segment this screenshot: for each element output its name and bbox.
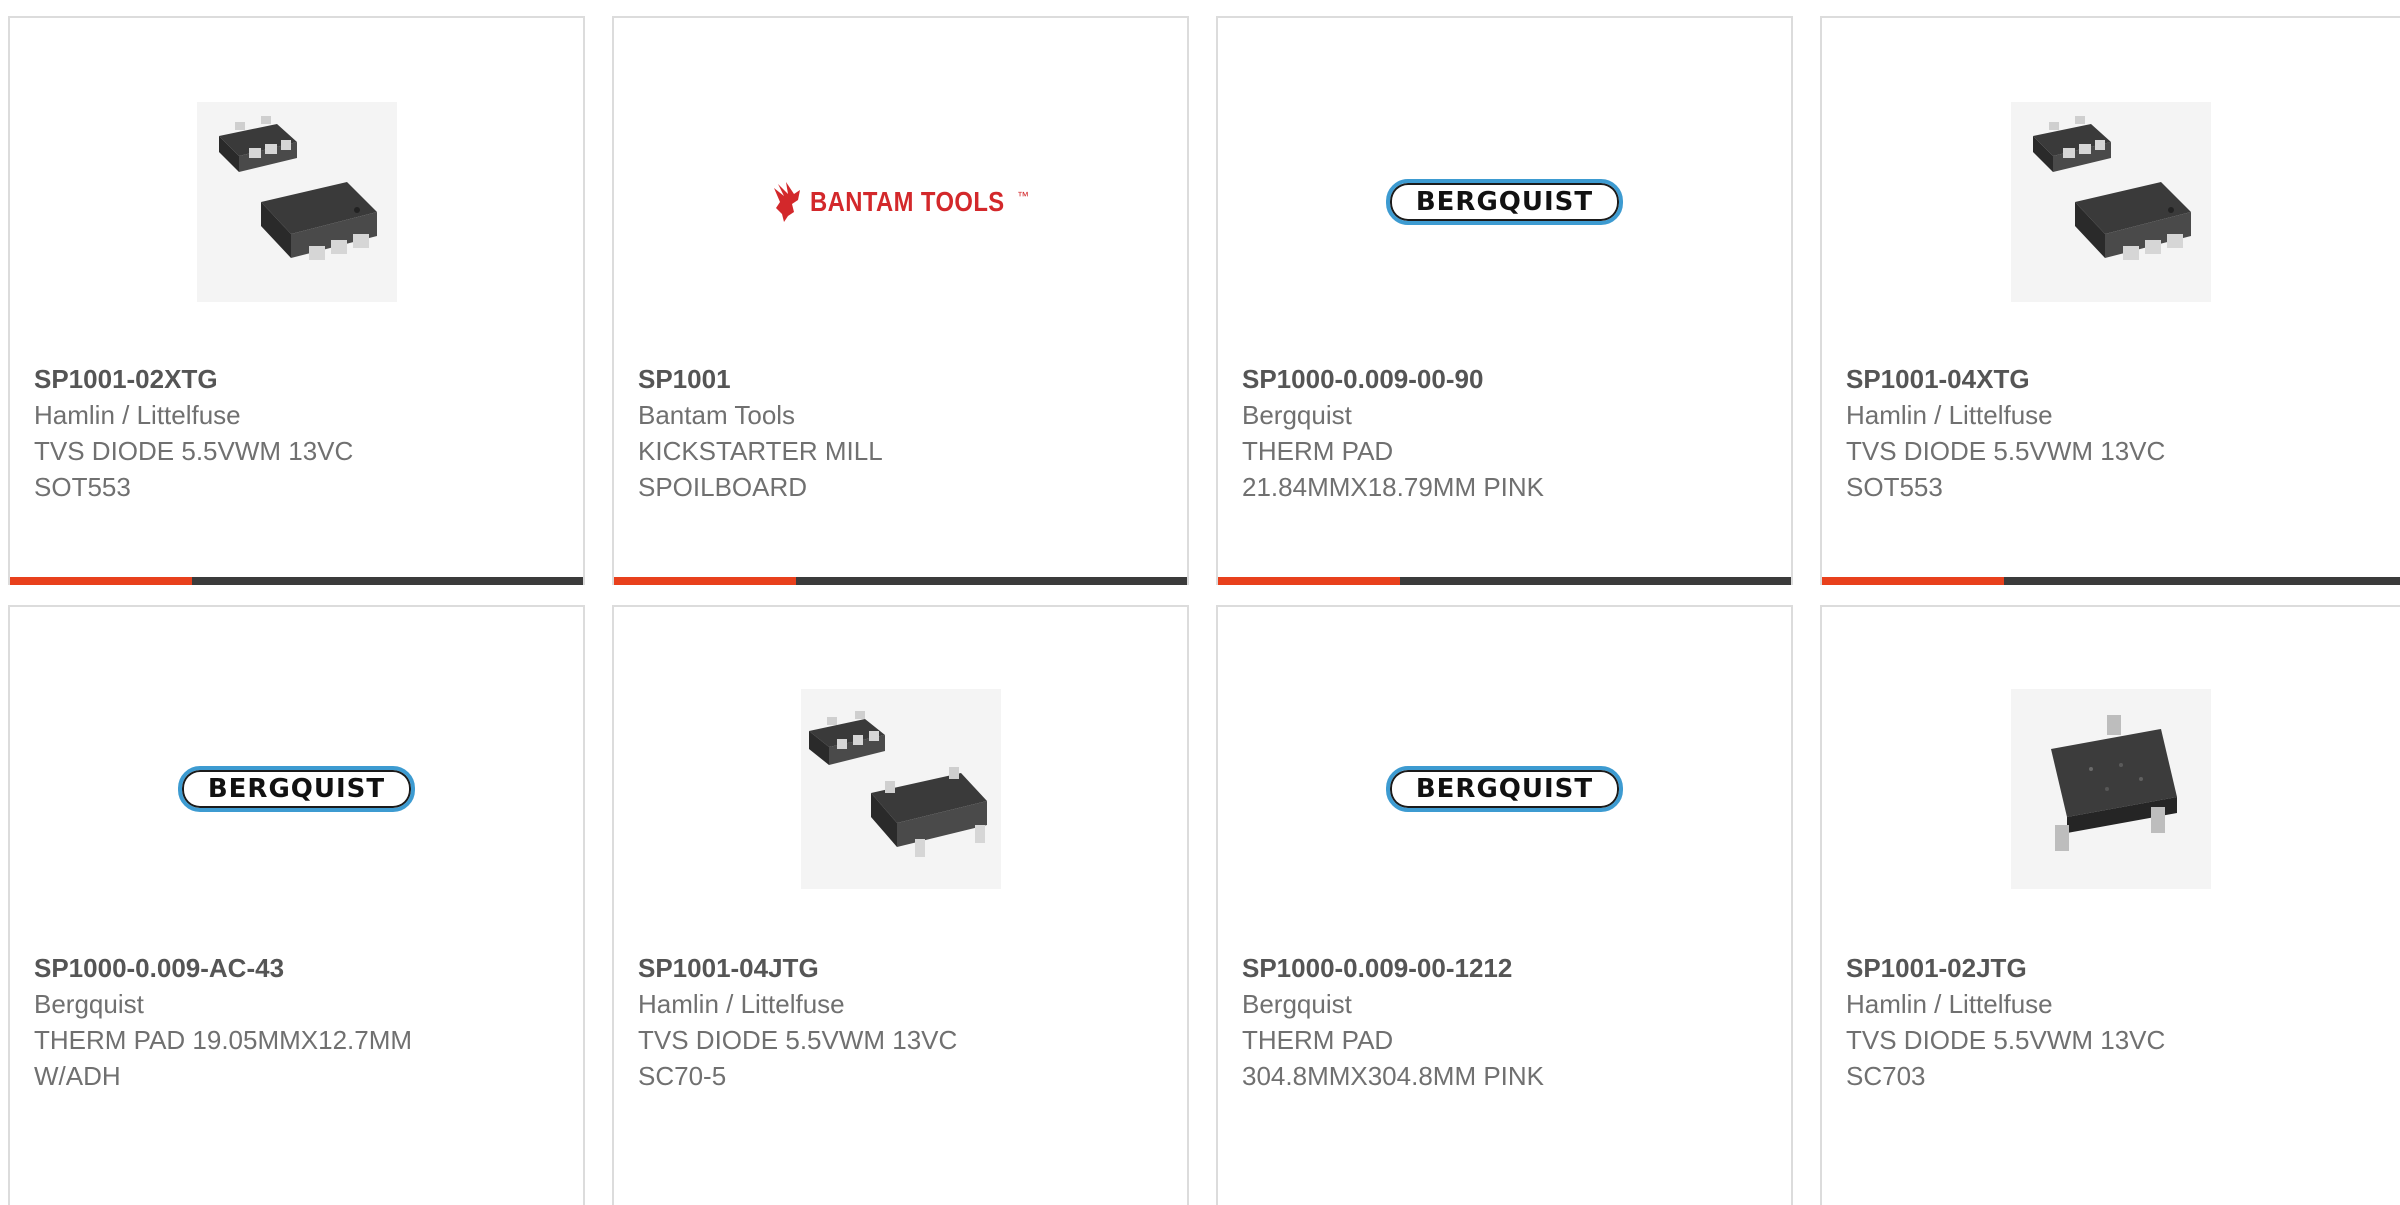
- manufacturer: Hamlin / Littelfuse: [34, 400, 241, 430]
- product-card[interactable]: SP1001-04JTG Hamlin / Littelfuse TVS DIO…: [612, 605, 1189, 1205]
- sot553-package-icon: [2011, 102, 2211, 302]
- part-number-link[interactable]: SP1000-0.009-00-90: [1242, 361, 1771, 397]
- product-card[interactable]: SP1001-02XTG Hamlin / Littelfuse TVS DIO…: [8, 16, 585, 585]
- bergquist-logo-text: BERGQUIST: [1415, 774, 1594, 804]
- description-line-1: TVS DIODE 5.5VWM 13VC: [34, 436, 354, 466]
- part-number-link[interactable]: SP1001-04JTG: [638, 950, 1167, 986]
- part-number-link[interactable]: SP1001: [638, 361, 1167, 397]
- card-accent-bar: [614, 577, 796, 585]
- product-image[interactable]: BERGQUIST: [1218, 80, 1791, 324]
- description-line-2: W/ADH: [34, 1061, 121, 1091]
- bergquist-logo: BERGQUIST: [177, 766, 416, 812]
- description-line-1: TVS DIODE 5.5VWM 13VC: [1846, 436, 2166, 466]
- card-accent-bar: [10, 577, 192, 585]
- part-number-link[interactable]: SP1000-0.009-00-1212: [1242, 950, 1771, 986]
- description-line-2: SOT553: [1846, 472, 1943, 502]
- sc70-3-package-icon: [2011, 689, 2211, 889]
- card-bottom-bar: [614, 577, 1187, 585]
- bergquist-logo-text: BERGQUIST: [1415, 187, 1594, 217]
- manufacturer: Bergquist: [1242, 989, 1352, 1019]
- bantam-logo-text: BANTAM TOOLS: [810, 186, 1005, 217]
- manufacturer: Bergquist: [34, 989, 144, 1019]
- description-line-2: SC70-5: [638, 1061, 727, 1091]
- description-line-1: THERM PAD 19.05MMX12.7MM: [34, 1025, 413, 1055]
- card-bottom-bar: [1218, 577, 1791, 585]
- product-card[interactable]: BANTAM TOOLS ™ SP1001 Bantam Tools KICKS…: [612, 16, 1189, 585]
- bantam-tools-logo: BANTAM TOOLS ™: [772, 182, 1029, 222]
- description-line-1: TVS DIODE 5.5VWM 13VC: [638, 1025, 958, 1055]
- bergquist-logo: BERGQUIST: [1385, 766, 1624, 812]
- description-line-1: THERM PAD: [1242, 436, 1394, 466]
- product-image[interactable]: BANTAM TOOLS ™: [614, 80, 1187, 324]
- bergquist-logo-text: BERGQUIST: [207, 774, 386, 804]
- product-card[interactable]: SP1001-02JTG Hamlin / Littelfuse TVS DIO…: [1820, 605, 2400, 1205]
- description-line-1: TVS DIODE 5.5VWM 13VC: [1846, 1025, 2166, 1055]
- bergquist-logo: BERGQUIST: [1385, 179, 1624, 225]
- manufacturer: Bergquist: [1242, 400, 1352, 430]
- card-accent-bar: [1218, 577, 1400, 585]
- trademark-mark: ™: [1016, 189, 1029, 203]
- description-line-2: SOT553: [34, 472, 131, 502]
- description-line-1: KICKSTARTER MILL: [638, 436, 883, 466]
- part-number-link[interactable]: SP1001-04XTG: [1846, 361, 2380, 397]
- description-line-2: 21.84MMX18.79MM PINK: [1242, 472, 1545, 502]
- product-card[interactable]: BERGQUIST SP1000-0.009-00-1212 Bergquist…: [1216, 605, 1793, 1205]
- product-image[interactable]: [1822, 667, 2400, 911]
- product-image[interactable]: [1822, 80, 2400, 324]
- sc70-package-icon: [800, 689, 1001, 889]
- part-number-link[interactable]: SP1000-0.009-AC-43: [34, 950, 563, 986]
- manufacturer: Hamlin / Littelfuse: [1846, 989, 2053, 1019]
- description-line-1: THERM PAD: [1242, 1025, 1394, 1055]
- part-number-link[interactable]: SP1001-02JTG: [1846, 950, 2380, 986]
- product-card[interactable]: BERGQUIST SP1000-0.009-AC-43 Bergquist T…: [8, 605, 585, 1205]
- description-line-2: 304.8MMX304.8MM PINK: [1242, 1061, 1545, 1091]
- product-image[interactable]: BERGQUIST: [10, 667, 583, 911]
- bantam-rooster-icon: [774, 182, 801, 222]
- manufacturer: Hamlin / Littelfuse: [1846, 400, 2053, 430]
- product-card[interactable]: SP1001-04XTG Hamlin / Littelfuse TVS DIO…: [1820, 16, 2400, 585]
- product-image[interactable]: BERGQUIST: [1218, 667, 1791, 911]
- product-card[interactable]: BERGQUIST SP1000-0.009-00-90 Bergquist T…: [1216, 16, 1793, 585]
- description-line-2: SC703: [1846, 1061, 1926, 1091]
- sot553-package-icon: [196, 102, 397, 302]
- manufacturer: Bantam Tools: [638, 400, 796, 430]
- description-line-2: SPOILBOARD: [638, 472, 808, 502]
- card-accent-bar: [1822, 577, 2004, 585]
- product-image[interactable]: [614, 667, 1187, 911]
- manufacturer: Hamlin / Littelfuse: [638, 989, 845, 1019]
- card-bottom-bar: [1822, 577, 2400, 585]
- part-number-link[interactable]: SP1001-02XTG: [34, 361, 563, 397]
- card-bottom-bar: [10, 577, 583, 585]
- product-image[interactable]: [10, 80, 583, 324]
